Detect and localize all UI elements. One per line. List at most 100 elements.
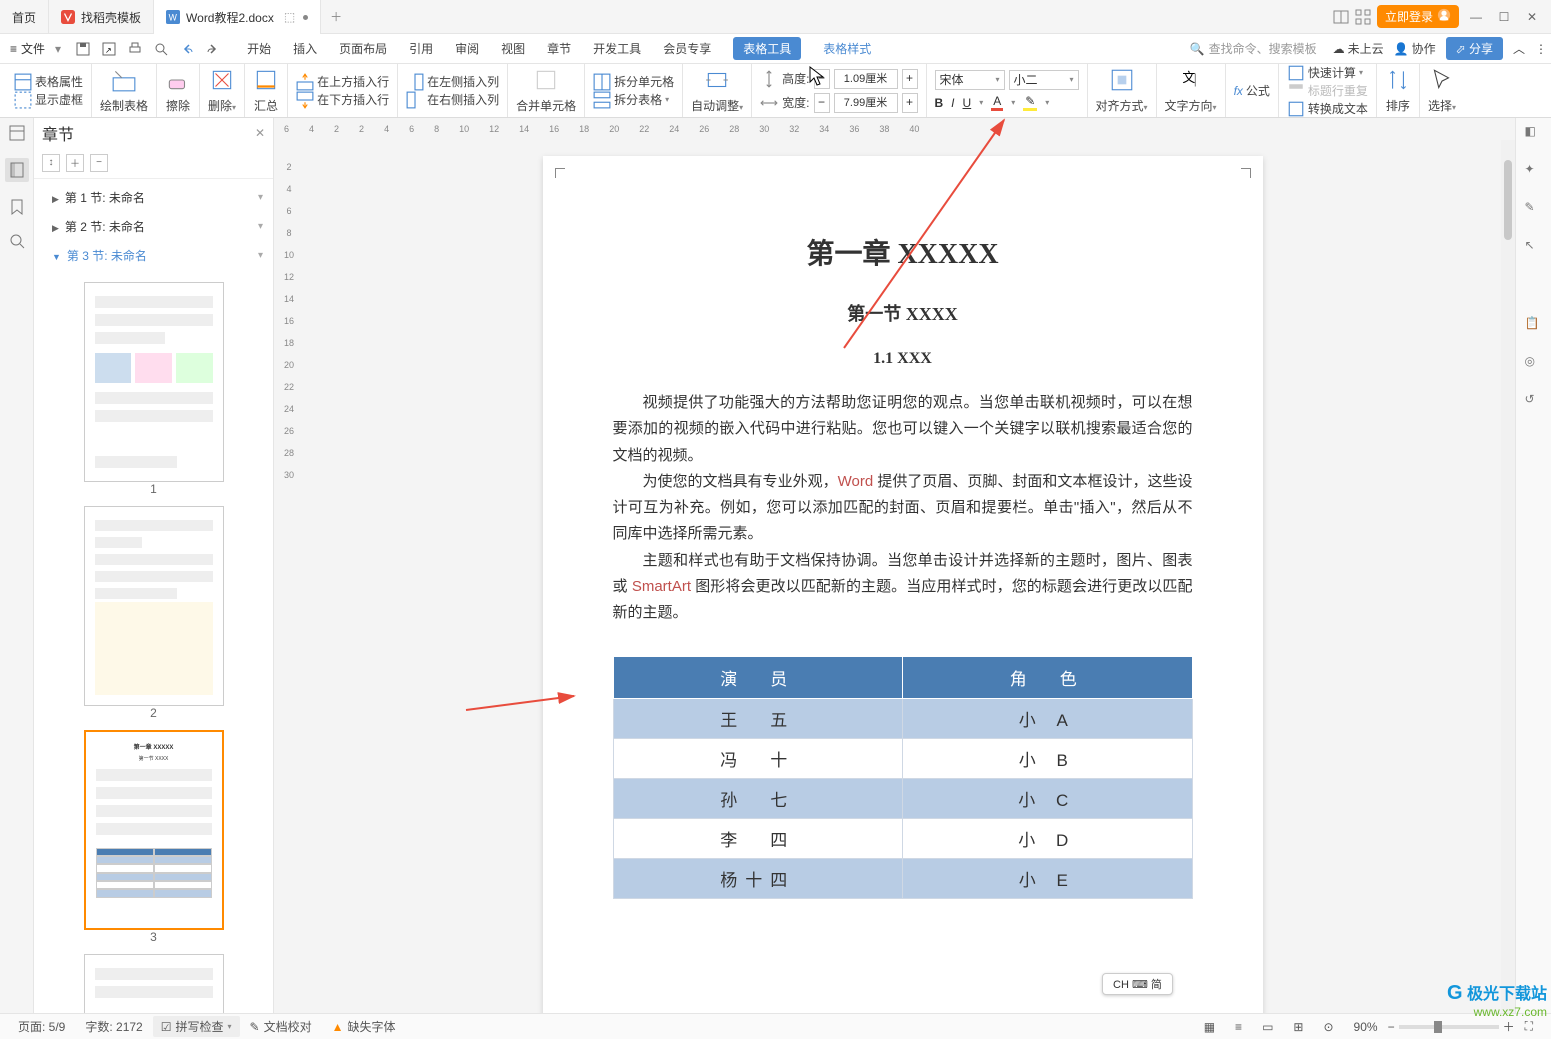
menu-section[interactable]: 章节: [547, 38, 571, 59]
menu-vip[interactable]: 会员专享: [663, 38, 711, 59]
select-panel-icon[interactable]: ↖: [1525, 238, 1543, 256]
more-icon[interactable]: ⋮: [1535, 42, 1547, 56]
text-dir-button[interactable]: 文文字方向▾: [1165, 67, 1217, 114]
close-button[interactable]: ✕: [1521, 6, 1543, 28]
underline-button[interactable]: U: [963, 96, 972, 110]
edit-panel-icon[interactable]: ✎: [1525, 200, 1543, 218]
menu-insert[interactable]: 插入: [293, 38, 317, 59]
table-row[interactable]: 冯 十小 B: [613, 739, 1192, 779]
zoom-value[interactable]: 90%: [1344, 1020, 1388, 1034]
font-size-select[interactable]: 小二▾: [1009, 70, 1079, 90]
command-search[interactable]: 🔍 查找命令、搜索模板: [1190, 40, 1317, 57]
summary-button[interactable]: 汇总: [253, 67, 279, 114]
save-as-icon[interactable]: ↗: [101, 41, 117, 57]
auto-adjust-button[interactable]: 自动调整▾: [691, 67, 743, 114]
login-button[interactable]: 立即登录: [1377, 5, 1459, 28]
chapter-item-3[interactable]: ▼第 3 节: 未命名▾: [34, 241, 273, 270]
tab-home[interactable]: 首页: [0, 0, 49, 34]
delete-button[interactable]: 删除▾: [208, 67, 236, 114]
menu-view[interactable]: 视图: [501, 38, 525, 59]
sidebar-close-button[interactable]: ✕: [255, 126, 265, 140]
collapse-ribbon-icon[interactable]: ︿: [1513, 40, 1525, 57]
history-panel-icon[interactable]: ↺: [1525, 392, 1543, 410]
status-page[interactable]: 页面: 5/9: [8, 1018, 75, 1035]
table-props-button[interactable]: 表格属性: [14, 73, 83, 91]
file-menu[interactable]: ≡文件▾: [4, 40, 67, 57]
eraser-button[interactable]: 擦除: [165, 67, 191, 114]
vertical-scrollbar[interactable]: [1501, 140, 1515, 1013]
chapter-item-1[interactable]: ▶第 1 节: 未命名▾: [34, 183, 273, 212]
insert-above-button[interactable]: 在上方插入行: [296, 73, 389, 91]
save-icon[interactable]: [75, 41, 91, 57]
window-layout-icon[interactable]: [1333, 9, 1349, 25]
coop-button[interactable]: 👤协作: [1394, 40, 1436, 57]
chapter-item-2[interactable]: ▶第 2 节: 未命名▾: [34, 212, 273, 241]
status-spellcheck[interactable]: ☑拼写检查▾: [153, 1016, 240, 1037]
status-missing-font[interactable]: ▲缺失字体: [322, 1018, 406, 1035]
redo-icon[interactable]: [205, 41, 221, 57]
location-panel-icon[interactable]: ◎: [1525, 354, 1543, 372]
view-mode-outline[interactable]: ▭: [1252, 1020, 1283, 1034]
menu-table-tools[interactable]: 表格工具: [733, 37, 801, 60]
font-name-select[interactable]: 宋体▾: [935, 70, 1005, 90]
doc-table[interactable]: 演 员 角 色 王 五小 A冯 十小 B孙 七小 C李 四小 D杨十四小 E: [613, 656, 1193, 899]
outline-view-icon[interactable]: [8, 124, 26, 142]
tab-add-button[interactable]: ＋: [321, 0, 351, 33]
zoom-slider[interactable]: [1399, 1025, 1499, 1029]
height-inc[interactable]: +: [902, 69, 918, 89]
draw-table-button[interactable]: 绘制表格: [100, 67, 148, 114]
insert-below-button[interactable]: 在下方插入行: [296, 91, 389, 109]
menu-dev[interactable]: 开发工具: [593, 38, 641, 59]
zoom-in-button[interactable]: ＋: [1503, 1018, 1515, 1035]
status-words[interactable]: 字数: 2172: [75, 1018, 152, 1035]
minimize-button[interactable]: —: [1465, 6, 1487, 28]
quick-calc-button[interactable]: 快速计算▾: [1287, 64, 1368, 82]
sort-button[interactable]: 排序: [1385, 67, 1411, 114]
maximize-button[interactable]: ☐: [1493, 6, 1515, 28]
view-mode-web[interactable]: ≡: [1225, 1020, 1252, 1034]
page-thumb-3[interactable]: 第一章 XXXXX 第一节 XXXX: [84, 730, 224, 930]
undo-icon[interactable]: [179, 41, 195, 57]
table-row[interactable]: 孙 七小 C: [613, 779, 1192, 819]
width-dec[interactable]: −: [814, 93, 830, 113]
split-table-button[interactable]: 拆分表格▾: [593, 91, 674, 109]
page-thumb-4[interactable]: [84, 954, 224, 1013]
menu-table-style[interactable]: 表格样式: [823, 38, 871, 59]
bold-button[interactable]: B: [935, 96, 944, 110]
tab-templates[interactable]: 找稻壳模板: [49, 0, 154, 34]
th-role[interactable]: 角 色: [903, 657, 1193, 699]
width-value[interactable]: 7.99厘米: [834, 93, 898, 113]
sb-tool-expand[interactable]: ↕: [42, 154, 60, 172]
vertical-ruler[interactable]: 24681012141618202224262830: [274, 140, 304, 1013]
style-panel-icon[interactable]: ✦: [1525, 162, 1543, 180]
italic-button[interactable]: I: [951, 96, 954, 110]
font-color-button[interactable]: A: [991, 94, 1003, 111]
page-thumb-2[interactable]: [84, 506, 224, 706]
search-strip-icon[interactable]: [8, 232, 26, 250]
view-mode-print[interactable]: ▦: [1194, 1020, 1225, 1034]
table-row[interactable]: 李 四小 D: [613, 819, 1192, 859]
panel-collapse-icon[interactable]: ◧: [1525, 124, 1543, 142]
th-actor[interactable]: 演 员: [613, 657, 903, 699]
zoom-fit-button[interactable]: ⊙: [1313, 1020, 1343, 1034]
cloud-status[interactable]: ☁未上云: [1333, 40, 1384, 57]
ime-indicator[interactable]: CH ⌨ 简: [1102, 973, 1173, 995]
view-mode-read[interactable]: ⊞: [1283, 1020, 1313, 1034]
print-preview-icon[interactable]: [153, 41, 169, 57]
sb-tool-remove[interactable]: −: [90, 154, 108, 172]
show-vborder-button[interactable]: 显示虚框: [14, 91, 83, 109]
split-cells-button[interactable]: 拆分单元格: [593, 73, 674, 91]
formula-button[interactable]: fx 公式: [1234, 82, 1270, 99]
status-proofread[interactable]: ✎文档校对: [240, 1018, 322, 1035]
zoom-out-button[interactable]: −: [1388, 1020, 1395, 1034]
tab-current-doc[interactable]: W Word教程2.docx ⬚: [154, 0, 321, 34]
bookmark-strip-icon[interactable]: [8, 198, 26, 216]
table-row[interactable]: 王 五小 A: [613, 699, 1192, 739]
select-button[interactable]: 选择▾: [1428, 67, 1456, 114]
width-inc[interactable]: +: [902, 93, 918, 113]
menu-layout[interactable]: 页面布局: [339, 38, 387, 59]
menu-ref[interactable]: 引用: [409, 38, 433, 59]
table-row[interactable]: 杨十四小 E: [613, 859, 1192, 899]
align-button[interactable]: 对齐方式▾: [1096, 67, 1148, 114]
highlight-button[interactable]: ✎: [1023, 94, 1037, 111]
